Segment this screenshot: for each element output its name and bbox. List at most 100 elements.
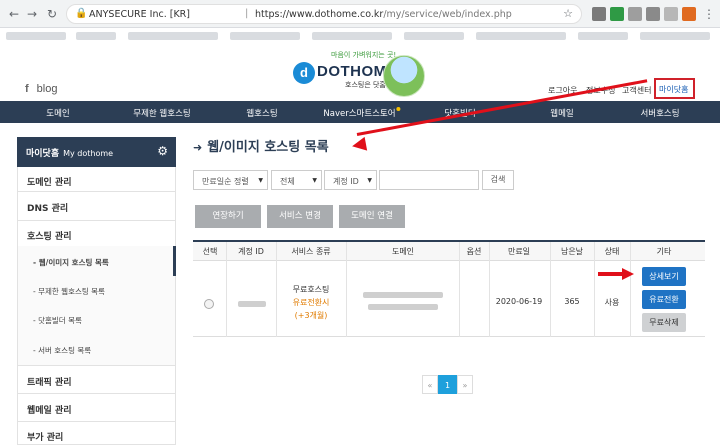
delete-free-button[interactable]: 무료삭제: [642, 313, 686, 332]
header-days-left: 남은날: [560, 247, 584, 256]
extension-icon[interactable]: [628, 7, 642, 21]
sidebar-sub-builder-list[interactable]: - 닷홈빌더 목록: [17, 305, 176, 334]
sidebar-item-label: 웹메일 관리: [27, 406, 72, 416]
sidebar-item-hosting[interactable]: 호스팅 관리: [17, 221, 176, 246]
sidebar-title-label: 마이닷홈: [26, 149, 60, 159]
redacted-account-id: [238, 301, 266, 307]
sort-select[interactable]: 만료일순 정렬 ▼: [193, 170, 268, 190]
nav-domain[interactable]: 도메인: [46, 107, 69, 119]
sidebar-subtitle: My dothome: [63, 149, 114, 158]
type-select[interactable]: 전체 ▼: [271, 170, 322, 190]
bookmark-item[interactable]: [76, 32, 116, 40]
logo-illustration: [383, 55, 425, 97]
view-detail-button[interactable]: 상세보기: [642, 267, 686, 286]
bookmark-item[interactable]: [128, 32, 218, 40]
forward-icon[interactable]: →: [24, 6, 40, 22]
sidebar-title: 마이닷홈 My dothome: [26, 146, 113, 159]
bookmark-item[interactable]: [640, 32, 710, 40]
next-page-button[interactable]: »: [457, 375, 473, 394]
bookmark-item[interactable]: [476, 32, 566, 40]
bookmark-item[interactable]: [230, 32, 300, 40]
sidebar-item-label: 트래픽 관리: [27, 378, 72, 388]
convert-paid-button[interactable]: 유료전환: [642, 290, 686, 309]
url-path: /my/service/web/index.php: [383, 9, 512, 20]
column-divider: [346, 242, 347, 337]
annotation-arrow: [598, 272, 624, 276]
sidebar-sub-server-list[interactable]: - 서버 호스팅 목록: [17, 334, 176, 366]
header-status: 상태: [604, 247, 620, 256]
sidebar-item-domain[interactable]: 도메인 관리: [17, 167, 176, 192]
sidebar-item-dns[interactable]: DNS 관리: [17, 192, 176, 221]
blog-link[interactable]: f blog: [25, 83, 57, 95]
sidebar-header: 마이닷홈 My dothome ⚙: [17, 137, 176, 167]
bookmark-item[interactable]: [6, 32, 66, 40]
browser-toolbar: ← → ↻ 🔒 ANYSECURE Inc. [KR] | https://ww…: [0, 0, 720, 28]
nav-webmail[interactable]: 웹메일: [550, 107, 573, 119]
table-header: 선택 계정 ID 서비스 종류 도메인 옵션 만료일 남은날 상태 기타: [193, 242, 705, 261]
sidebar-sub-web-hosting-list[interactable]: - 웹/이미지 호스팅 목록: [17, 246, 176, 276]
prev-page-button[interactable]: «: [422, 375, 438, 394]
url-separator: |: [245, 8, 249, 19]
page-title: ➜ 웹/이미지 호스팅 목록: [193, 136, 329, 155]
service-conversion-note: 유료전환시: [292, 298, 330, 307]
sidebar-item-label: 부가 관리: [27, 433, 64, 443]
sidebar-item-addon[interactable]: 부가 관리: [17, 422, 176, 445]
redacted-domain: [363, 292, 443, 298]
status-badge: 사용: [604, 298, 620, 307]
support-link[interactable]: 고객센터: [622, 85, 651, 96]
connect-domain-button[interactable]: 도메인 연결: [339, 205, 405, 228]
field-select-value: 계정 ID: [333, 177, 359, 186]
sort-select-value: 만료일순 정렬: [202, 177, 249, 186]
reload-icon[interactable]: ↻: [44, 6, 60, 22]
sidebar-sub-label: - 서버 호스팅 목록: [33, 346, 92, 355]
column-divider: [276, 242, 277, 337]
header-account-id: 계정 ID: [238, 247, 264, 256]
bookmark-star-icon[interactable]: ☆: [563, 7, 573, 20]
nav-server-hosting[interactable]: 서버호스팅: [640, 107, 679, 119]
row-select-radio[interactable]: [204, 299, 214, 309]
sidebar-item-label: DNS 관리: [27, 204, 69, 214]
header-option: 옵션: [466, 247, 482, 256]
field-select[interactable]: 계정 ID ▼: [324, 170, 377, 190]
column-divider: [630, 242, 631, 337]
site-logo[interactable]: 마음이 가벼워지는 곳! d DOTHOME 호스팅은 닷홈: [293, 51, 428, 102]
annotation-arrow-head: [350, 136, 368, 154]
sidebar-item-webmail[interactable]: 웹메일 관리: [17, 394, 176, 422]
extension-icon[interactable]: [592, 7, 606, 21]
expiry-date: 2020-06-19: [495, 297, 543, 306]
back-icon[interactable]: ←: [6, 6, 22, 22]
column-divider: [459, 242, 460, 337]
new-dot-icon: [396, 107, 401, 111]
bookmark-item[interactable]: [312, 32, 392, 40]
camera-extension-icon[interactable]: [646, 7, 660, 21]
sidebar-item-traffic[interactable]: 트래픽 관리: [17, 366, 176, 394]
nav-web-hosting[interactable]: 웹호스팅: [246, 107, 277, 119]
bookmark-item[interactable]: [404, 32, 464, 40]
my-dothome-link[interactable]: 마이닷홈: [654, 78, 695, 99]
secure-label: ANYSECURE Inc. [KR]: [89, 9, 190, 20]
extend-button[interactable]: 연장하기: [195, 205, 261, 228]
search-button[interactable]: 검색: [482, 170, 514, 190]
search-input[interactable]: [379, 170, 479, 190]
caret-down-icon: ▼: [312, 177, 317, 184]
menu-dots-icon[interactable]: ⋮: [702, 7, 716, 21]
url-text: https://www.dothome.co.kr/my/service/web…: [255, 9, 512, 20]
extension-icon[interactable]: [610, 7, 624, 21]
column-divider: [226, 242, 227, 337]
address-bar[interactable]: 🔒 ANYSECURE Inc. [KR] | https://www.doth…: [66, 4, 582, 24]
type-select-value: 전체: [280, 177, 295, 186]
change-service-button[interactable]: 서비스 변경: [267, 205, 333, 228]
column-divider: [594, 242, 595, 337]
service-type: 무료호스팅: [292, 285, 330, 294]
sidebar-sub-unlimited-list[interactable]: - 무제한 웹호스팅 목록: [17, 276, 176, 305]
sidebar-sub-label: - 닷홈빌더 목록: [33, 316, 82, 325]
sidebar-item-label: 호스팅 관리: [27, 232, 72, 242]
nav-naver-store[interactable]: Naver스마트스토어: [323, 107, 401, 119]
extension-icon[interactable]: [682, 7, 696, 21]
extension-icon[interactable]: [664, 7, 678, 21]
bookmark-item[interactable]: [578, 32, 628, 40]
page-button-current[interactable]: 1: [438, 375, 457, 394]
logo-slogan: 마음이 가벼워지는 곳!: [331, 51, 397, 59]
nav-unlimited-hosting[interactable]: 무제한 웹호스팅: [133, 107, 190, 119]
gear-icon[interactable]: ⚙: [157, 144, 168, 158]
